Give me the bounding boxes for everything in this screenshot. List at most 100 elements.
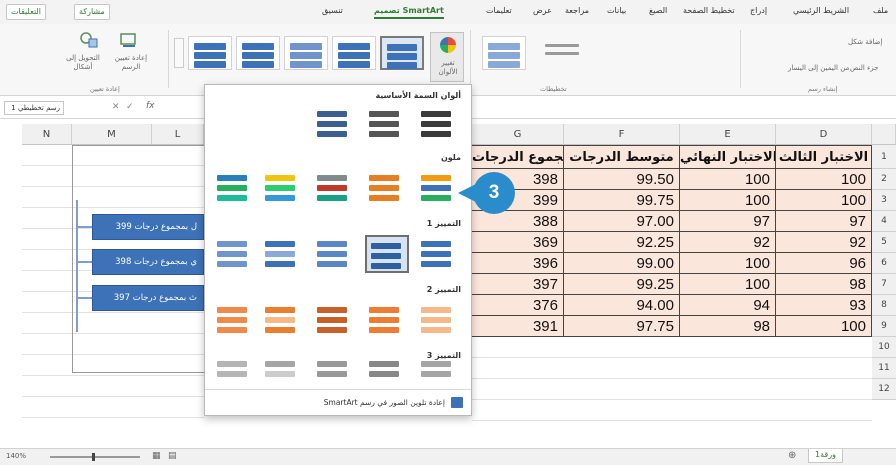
select-all-corner[interactable] [872,124,896,145]
table-cell[interactable]: 92 [776,232,872,253]
tab-data[interactable]: بيانات [607,6,626,15]
color-option[interactable] [213,301,257,339]
table-cell[interactable]: 100 [776,169,872,190]
table-cell[interactable]: 397 [472,274,564,295]
row-header[interactable]: 4 [872,211,896,232]
smartart-style-option[interactable] [380,36,424,70]
table-cell[interactable]: 92.25 [564,232,680,253]
comments-button[interactable]: التعليقات [6,4,47,20]
table-cell[interactable]: 97.00 [564,211,680,232]
name-box[interactable]: رسم تخطيطي 1 [4,101,64,115]
table-cell[interactable]: 98 [680,316,776,337]
color-option[interactable] [365,301,409,339]
header-cell[interactable]: متوسط الدرجات [564,145,680,169]
table-cell[interactable]: 100 [680,274,776,295]
zoom-slider[interactable] [50,456,140,458]
table-cell[interactable]: 99.25 [564,274,680,295]
page-layout-view-icon[interactable]: ▤ [168,451,177,461]
table-cell[interactable]: 100 [680,190,776,211]
normal-view-icon[interactable]: ▦ [152,451,161,461]
header-cell[interactable]: الاختبار النهائي [680,145,776,169]
table-cell[interactable]: 96 [776,253,872,274]
table-cell[interactable]: 100 [680,169,776,190]
color-option[interactable] [213,355,257,385]
color-option[interactable] [261,301,305,339]
row-header[interactable]: 1 [872,145,896,169]
tab-format[interactable]: تنسيق [322,6,343,15]
header-cell[interactable]: الاختبار الثالث [776,145,872,169]
table-cell[interactable]: 100 [680,253,776,274]
smartart-style-option[interactable] [284,36,328,70]
color-option-selected[interactable] [365,235,409,273]
tab-file[interactable]: ملف [873,6,888,15]
table-cell[interactable]: 92 [680,232,776,253]
color-option[interactable] [365,169,409,207]
table-cell[interactable]: 97 [776,211,872,232]
color-option[interactable] [417,355,461,385]
row-header[interactable]: 7 [872,274,896,295]
tab-formulas[interactable]: الصيغ [649,6,667,15]
table-cell[interactable]: 391 [472,316,564,337]
tab-smartart-design[interactable]: تصميم SmartArt [374,6,444,19]
color-option[interactable] [261,169,305,207]
row-header[interactable]: 10 [872,337,896,358]
column-header-n[interactable]: N [22,124,72,145]
table-cell[interactable]: 100 [776,190,872,211]
recolor-pictures-option[interactable]: إعادة تلوين الصور في رسم SmartArt [205,389,471,415]
smartart-style-option[interactable] [332,36,376,70]
tab-help[interactable]: تعليمات [486,6,512,15]
row-header[interactable]: 2 [872,169,896,190]
tab-insert[interactable]: إدراج [750,6,767,15]
convert-to-shapes-button[interactable]: التحويل إلى أشكال [58,54,108,72]
column-header-d[interactable]: D [776,124,872,145]
table-cell[interactable]: 396 [472,253,564,274]
cancel-icon[interactable]: ✕ [112,102,120,112]
color-option[interactable] [313,355,357,385]
column-header-l[interactable]: L [152,124,204,145]
table-cell[interactable]: 376 [472,295,564,316]
row-header[interactable]: 9 [872,316,896,337]
color-option[interactable] [365,355,409,385]
tab-review[interactable]: مراجعة [565,6,589,15]
table-cell[interactable]: 93 [776,295,872,316]
column-header-g[interactable]: G [472,124,564,145]
share-button[interactable]: مشاركة [74,4,110,20]
layout-option[interactable] [540,36,584,70]
text-pane-button[interactable]: جزء النص [850,64,878,72]
smartart-style-option[interactable] [236,36,280,70]
layout-option[interactable] [482,36,526,70]
row-header[interactable]: 3 [872,190,896,211]
table-cell[interactable]: 94.00 [564,295,680,316]
table-cell[interactable]: 100 [776,316,872,337]
zoom-slider-thumb[interactable] [92,453,95,461]
color-option[interactable] [417,169,461,207]
tab-page-layout[interactable]: تخطيط الصفحة [683,6,735,15]
table-cell[interactable]: 369 [472,232,564,253]
color-option[interactable] [313,301,357,339]
row-header[interactable]: 11 [872,358,896,379]
column-header-e[interactable]: E [680,124,776,145]
confirm-icon[interactable]: ✓ [126,102,134,112]
row-header[interactable]: 6 [872,253,896,274]
table-cell[interactable]: 97 [680,211,776,232]
add-shape-button[interactable]: إضافة شكل [848,38,882,46]
color-option[interactable] [213,169,257,207]
color-option[interactable] [213,235,257,273]
function-icon[interactable]: fx [146,101,155,111]
table-cell[interactable]: 99.50 [564,169,680,190]
tab-home[interactable]: الشريط الرئيسي [793,6,849,15]
table-cell[interactable]: 97.75 [564,316,680,337]
column-header-f[interactable]: F [564,124,680,145]
change-colors-button[interactable]: تغيير الألوان [430,32,464,82]
table-cell[interactable]: 94 [680,295,776,316]
add-sheet-icon[interactable]: ⊕ [788,450,796,461]
smartart-shape[interactable]: ي بمجموع درجات 398 [92,249,204,275]
tab-view[interactable]: عرض [533,6,552,15]
color-option[interactable] [417,235,461,273]
styles-scroll[interactable] [174,38,184,68]
color-option[interactable] [261,355,305,385]
row-header[interactable]: 8 [872,295,896,316]
smartart-style-option[interactable] [188,36,232,70]
color-option[interactable] [313,169,357,207]
table-cell[interactable]: 98 [776,274,872,295]
